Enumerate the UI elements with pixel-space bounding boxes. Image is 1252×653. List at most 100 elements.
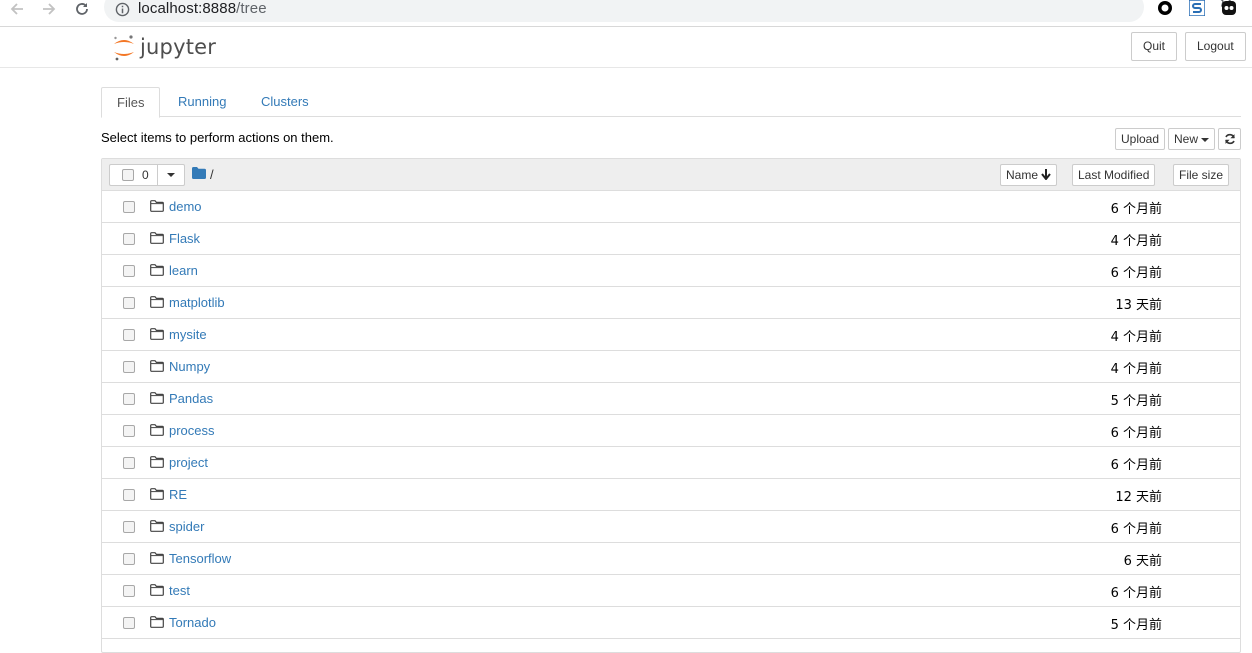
folder-icon — [150, 360, 164, 375]
arrow-left-icon — [10, 3, 23, 15]
select-hint: Select items to perform actions on them. — [101, 130, 334, 145]
caret-down-icon — [1201, 137, 1210, 142]
item-name-link[interactable]: demo — [169, 199, 202, 214]
item-modified: 4 个月前 — [1110, 362, 1162, 377]
table-row[interactable]: mysite 4 个月前 — [102, 319, 1240, 351]
tab-clusters[interactable]: Clusters — [246, 87, 324, 117]
logout-button[interactable]: Logout — [1185, 32, 1246, 61]
row-checkbox[interactable] — [123, 425, 135, 437]
row-checkbox[interactable] — [123, 457, 135, 469]
url-text: localhost:8888/tree — [138, 0, 267, 17]
file-list-panel: 0 / Name Last Modified File size demo 6 个… — [101, 158, 1241, 653]
item-name-link[interactable]: process — [169, 423, 215, 438]
reload-button[interactable] — [71, 0, 93, 18]
back-button[interactable] — [6, 0, 28, 18]
extension-circle-icon[interactable] — [1157, 0, 1173, 16]
item-modified: 5 个月前 — [1110, 394, 1162, 409]
table-row[interactable]: demo 6 个月前 — [102, 191, 1240, 223]
browser-toolbar: localhost:8888/tree — [0, 0, 1252, 27]
sort-modified-button[interactable]: Last Modified — [1072, 164, 1156, 186]
address-bar[interactable]: localhost:8888/tree — [104, 0, 1232, 22]
table-row[interactable]: Tensorflow 6 天前 — [102, 543, 1240, 575]
arrow-down-icon — [1041, 169, 1052, 181]
tab-files[interactable]: Files — [101, 87, 161, 118]
folder-icon — [150, 296, 164, 311]
row-checkbox[interactable] — [123, 265, 135, 277]
item-name-link[interactable]: learn — [169, 263, 198, 278]
row-checkbox[interactable] — [123, 489, 135, 501]
item-modified: 6 个月前 — [1110, 522, 1162, 537]
jupyter-logo[interactable]: jupyter — [112, 31, 216, 63]
table-row[interactable]: project 6 个月前 — [102, 447, 1240, 479]
tab-bar: Files Running Clusters — [101, 87, 1241, 118]
table-row[interactable]: RE 12 天前 — [102, 479, 1240, 511]
folder-icon — [150, 552, 164, 567]
table-row[interactable]: Pandas 5 个月前 — [102, 383, 1240, 415]
row-checkbox[interactable] — [123, 201, 135, 213]
tab-running[interactable]: Running — [163, 87, 241, 117]
sort-name-button[interactable]: Name — [1000, 164, 1058, 186]
extension-s-icon[interactable] — [1188, 0, 1206, 17]
table-row[interactable]: Tornado 5 个月前 — [102, 607, 1240, 639]
table-row[interactable]: learn 6 个月前 — [102, 255, 1240, 287]
sort-size-button[interactable]: File size — [1173, 164, 1230, 186]
table-row[interactable]: spider 6 个月前 — [102, 511, 1240, 543]
folder-icon[interactable] — [192, 167, 206, 182]
item-name-link[interactable]: spider — [169, 519, 204, 534]
folder-icon — [150, 424, 164, 439]
item-modified: 4 个月前 — [1110, 330, 1162, 345]
item-modified: 6 个月前 — [1110, 202, 1162, 217]
folder-icon — [150, 392, 164, 407]
extension-ghost-icon[interactable] — [1221, 0, 1237, 16]
table-row[interactable]: process 6 个月前 — [102, 415, 1240, 447]
select-all[interactable]: 0 — [110, 165, 158, 185]
new-button[interactable]: New — [1168, 128, 1216, 150]
row-checkbox[interactable] — [123, 329, 135, 341]
caret-down-icon — [167, 173, 175, 177]
folder-icon — [150, 616, 164, 631]
item-modified: 6 个月前 — [1110, 586, 1162, 601]
upload-button[interactable]: Upload — [1115, 128, 1166, 150]
item-modified: 6 个月前 — [1110, 266, 1162, 281]
jupyter-logo-icon — [114, 35, 134, 61]
item-modified: 12 天前 — [1115, 490, 1162, 505]
folder-icon — [150, 456, 164, 471]
item-name-link[interactable]: RE — [169, 487, 187, 502]
breadcrumb[interactable]: / — [210, 167, 214, 182]
row-checkbox[interactable] — [123, 393, 135, 405]
item-name-link[interactable]: project — [169, 455, 208, 470]
refresh-button[interactable] — [1218, 128, 1241, 150]
item-name-link[interactable]: mysite — [169, 327, 207, 342]
item-modified: 5 个月前 — [1110, 618, 1162, 633]
info-icon[interactable] — [114, 1, 130, 17]
forward-button[interactable] — [38, 0, 60, 18]
item-name-link[interactable]: Tornado — [169, 615, 216, 630]
item-name-link[interactable]: Flask — [169, 231, 200, 246]
row-checkbox[interactable] — [123, 361, 135, 373]
item-name-link[interactable]: Numpy — [169, 359, 210, 374]
quit-button[interactable]: Quit — [1131, 32, 1178, 61]
table-row[interactable]: matplotlib 13 天前 — [102, 287, 1240, 319]
item-name-link[interactable]: matplotlib — [169, 295, 225, 310]
select-all-checkbox[interactable] — [122, 169, 134, 181]
row-checkbox[interactable] — [123, 521, 135, 533]
table-row[interactable]: Flask 4 个月前 — [102, 223, 1240, 255]
jupyter-logo-text: jupyter — [140, 35, 217, 59]
row-checkbox[interactable] — [123, 585, 135, 597]
item-name-link[interactable]: Tensorflow — [169, 551, 231, 566]
row-checkbox[interactable] — [123, 297, 135, 309]
jupyter-header: jupyter Quit Logout — [0, 28, 1252, 68]
item-name-link[interactable]: test — [169, 583, 190, 598]
row-checkbox[interactable] — [123, 617, 135, 629]
select-group: 0 — [109, 164, 185, 186]
row-checkbox[interactable] — [123, 553, 135, 565]
table-row[interactable]: Numpy 4 个月前 — [102, 351, 1240, 383]
select-dropdown-button[interactable] — [158, 165, 184, 185]
item-modified: 6 个月前 — [1110, 426, 1162, 441]
item-name-link[interactable]: Pandas — [169, 391, 213, 406]
selected-count: 0 — [142, 168, 149, 182]
row-checkbox[interactable] — [123, 233, 135, 245]
table-row[interactable]: test 6 个月前 — [102, 575, 1240, 607]
folder-icon — [150, 328, 164, 343]
folder-icon — [150, 200, 164, 215]
